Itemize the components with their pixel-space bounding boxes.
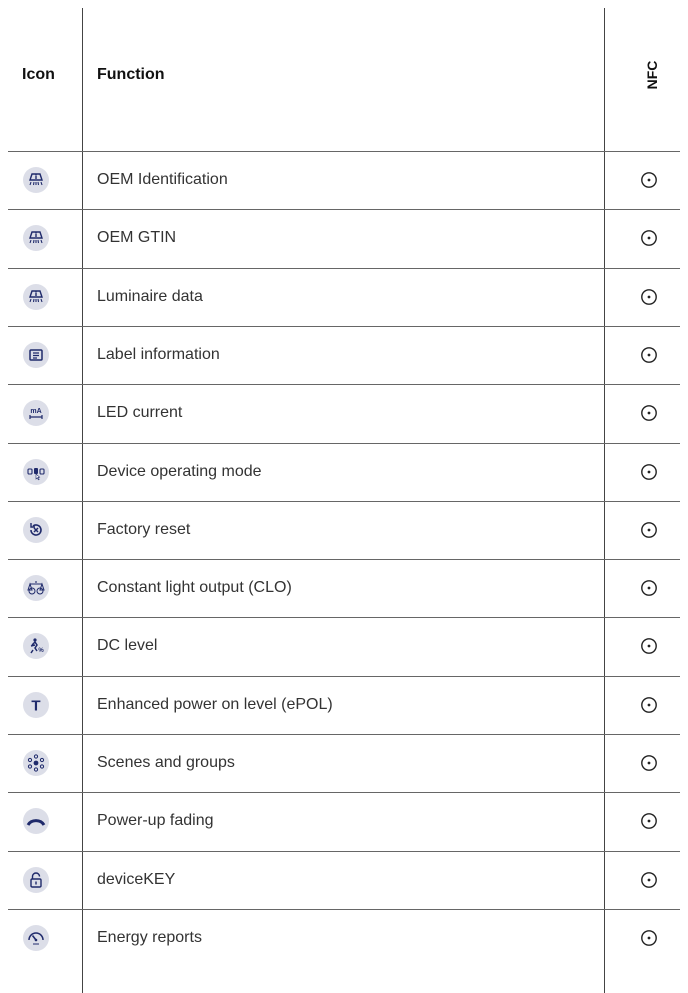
oem-identification-icon	[23, 167, 49, 193]
function-label: OEM GTIN	[97, 229, 177, 247]
nfc-supported-icon	[641, 696, 657, 713]
table-row: OEM GTIN	[0, 209, 688, 267]
function-label: deviceKEY	[97, 870, 176, 888]
function-label: Label information	[97, 345, 220, 363]
svg-text:%: %	[38, 648, 44, 654]
function-label: Power-up fading	[97, 812, 214, 830]
scenes-and-groups-icon	[23, 750, 49, 776]
oem-gtin-icon	[23, 225, 49, 252]
nfc-supported-icon	[641, 288, 657, 305]
table-row: Scenes and groups	[0, 734, 688, 792]
label-information-icon	[23, 341, 49, 368]
table-row: Constant light output (CLO)	[0, 559, 688, 617]
devicekey-icon	[23, 866, 49, 893]
table-row: Factory reset	[0, 501, 688, 559]
function-label: Device operating mode	[97, 462, 262, 480]
header-function: Function	[97, 66, 165, 83]
luminaire-data-icon	[23, 283, 49, 310]
dc-level-icon: %	[23, 633, 49, 660]
nfc-supported-icon	[641, 580, 657, 596]
nfc-supported-icon	[641, 929, 657, 946]
function-label: Luminaire data	[97, 287, 203, 305]
table-row: Luminaire data	[0, 268, 688, 326]
header-icon: Icon	[22, 66, 55, 83]
led-current-icon: mA	[23, 400, 49, 427]
function-label: LED current	[97, 404, 183, 422]
constant-light-output-icon	[23, 575, 49, 602]
function-label: Enhanced power on level (ePOL)	[97, 695, 333, 713]
nfc-supported-icon	[641, 463, 657, 480]
svg-text:mA: mA	[30, 408, 41, 415]
device-operating-mode-icon	[23, 458, 49, 485]
power-up-fading-icon	[23, 808, 49, 835]
energy-reports-icon	[23, 924, 49, 951]
table-row: Energy reports	[0, 909, 688, 967]
table-row: T Enhanced power on level (ePOL)	[0, 676, 688, 734]
nfc-supported-icon	[641, 172, 657, 188]
nfc-supported-icon	[641, 871, 657, 888]
nfc-supported-icon	[641, 638, 657, 655]
header-nfc: NFC	[644, 60, 660, 90]
function-label: Scenes and groups	[97, 754, 235, 771]
nfc-supported-icon	[641, 230, 657, 247]
table-row: OEM Identification	[0, 151, 688, 209]
nfc-supported-icon	[641, 755, 657, 771]
table-row: % DC level	[0, 617, 688, 675]
nfc-supported-icon	[641, 813, 657, 830]
nfc-supported-icon	[641, 405, 657, 422]
function-label: Constant light output (CLO)	[97, 579, 292, 597]
function-label: Energy reports	[97, 928, 202, 946]
svg-text:T: T	[31, 697, 40, 714]
table-row: Power-up fading	[0, 792, 688, 850]
table-row: mA LED current	[0, 384, 688, 442]
enhanced-power-on-level-icon: T	[23, 691, 49, 718]
function-label: DC level	[97, 637, 158, 655]
function-label: Factory reset	[97, 520, 191, 538]
table-row: deviceKEY	[0, 851, 688, 909]
factory-reset-icon	[23, 516, 49, 543]
function-label: OEM Identification	[97, 171, 228, 188]
functions-table: Icon Function NFC OEM Identification OEM …	[0, 0, 688, 993]
nfc-supported-icon	[641, 346, 657, 363]
table-row: Label information	[0, 326, 688, 384]
nfc-supported-icon	[641, 521, 657, 538]
table-row: Device operating mode	[0, 443, 688, 501]
